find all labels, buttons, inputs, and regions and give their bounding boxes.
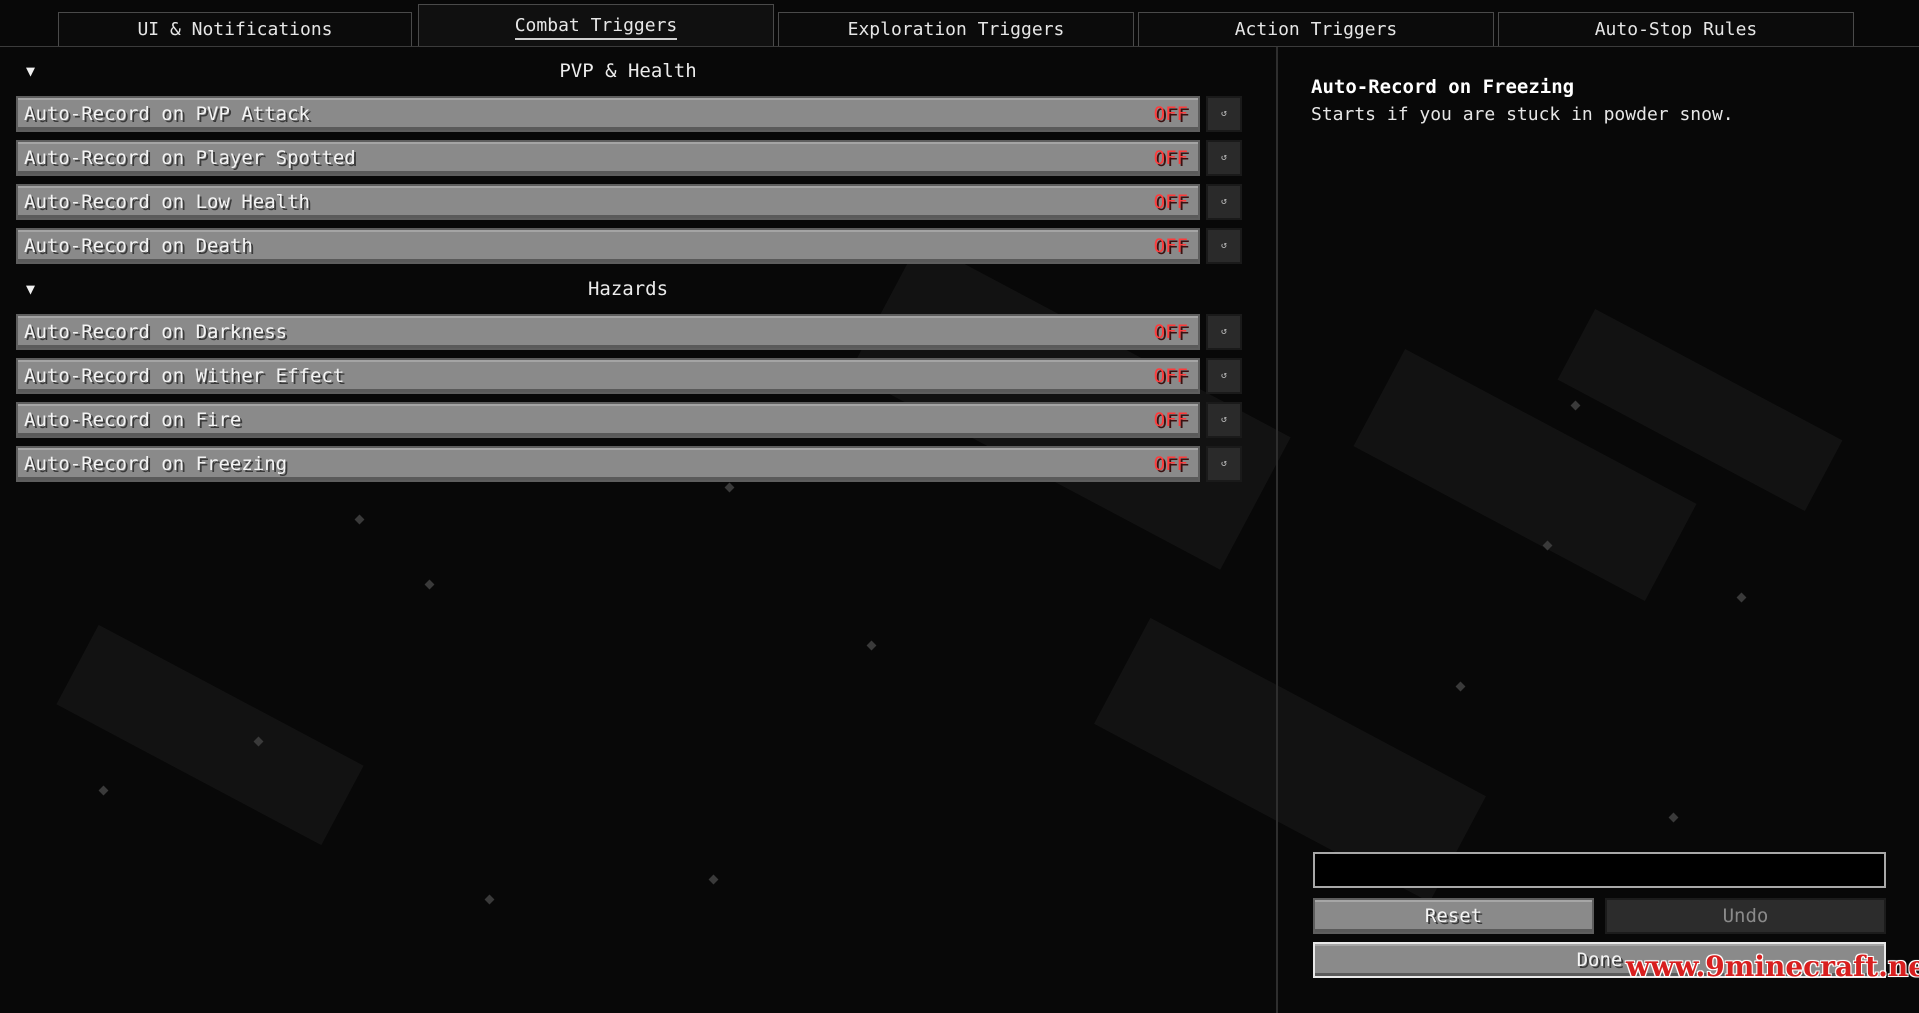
option-value: OFF — [1153, 191, 1188, 213]
option-value: OFF — [1153, 321, 1188, 343]
option-row-freezing: Auto-Record on Freezing OFF ↺ — [16, 446, 1242, 482]
option-label: Auto-Record on Freezing — [24, 453, 288, 475]
tab-combat-triggers[interactable]: Combat Triggers — [418, 4, 774, 46]
option-value: OFF — [1153, 365, 1188, 387]
option-label: Auto-Record on Wither Effect — [24, 365, 345, 387]
tab-label: Exploration Triggers — [847, 19, 1065, 40]
particle — [1736, 592, 1747, 603]
particle — [354, 514, 365, 525]
tab-label: Auto-Stop Rules — [1594, 19, 1758, 40]
particle — [708, 874, 719, 885]
description-title: Auto-Record on Freezing — [1311, 76, 1575, 98]
section-title: PVP & Health — [559, 60, 697, 82]
toggle-button-freezing[interactable]: Auto-Record on Freezing OFF — [16, 446, 1200, 482]
toggle-button-wither-effect[interactable]: Auto-Record on Wither Effect OFF — [16, 358, 1200, 394]
option-label: Auto-Record on Death — [24, 235, 253, 257]
reset-option-icon[interactable]: ↺ — [1206, 140, 1242, 176]
tab-label: Combat Triggers — [514, 15, 678, 40]
reset-option-icon[interactable]: ↺ — [1206, 184, 1242, 220]
particle — [424, 579, 435, 590]
option-label: Auto-Record on PVP Attack — [24, 103, 310, 125]
particle — [1668, 812, 1679, 823]
option-row-death: Auto-Record on Death OFF ↺ — [16, 228, 1242, 264]
tab-auto-stop-rules[interactable]: Auto-Stop Rules — [1498, 12, 1854, 46]
reset-option-icon[interactable]: ↺ — [1206, 402, 1242, 438]
panel-divider — [1276, 47, 1278, 1013]
background-shape — [56, 624, 364, 846]
particle — [98, 785, 109, 796]
reset-option-icon[interactable]: ↺ — [1206, 96, 1242, 132]
section-title: Hazards — [587, 278, 669, 300]
particle — [724, 482, 735, 493]
tab-ui-notifications[interactable]: UI & Notifications — [58, 12, 412, 46]
reset-option-icon[interactable]: ↺ — [1206, 228, 1242, 264]
reset-option-icon[interactable]: ↺ — [1206, 358, 1242, 394]
option-value: OFF — [1153, 147, 1188, 169]
option-label: Auto-Record on Low Health — [24, 191, 310, 213]
toggle-button-darkness[interactable]: Auto-Record on Darkness OFF — [16, 314, 1200, 350]
reset-option-icon[interactable]: ↺ — [1206, 446, 1242, 482]
option-label: Auto-Record on Player Spotted — [24, 147, 356, 169]
particle — [484, 894, 495, 905]
tab-action-triggers[interactable]: Action Triggers — [1138, 12, 1494, 46]
toggle-button-pvp-attack[interactable]: Auto-Record on PVP Attack OFF — [16, 96, 1200, 132]
value-input[interactable] — [1313, 852, 1886, 888]
particle — [1455, 681, 1466, 692]
option-row-wither-effect: Auto-Record on Wither Effect OFF ↺ — [16, 358, 1242, 394]
tab-label: Action Triggers — [1234, 19, 1398, 40]
option-value: OFF — [1153, 453, 1188, 475]
option-row-pvp-attack: Auto-Record on PVP Attack OFF ↺ — [16, 96, 1242, 132]
reset-option-icon[interactable]: ↺ — [1206, 314, 1242, 350]
option-value: OFF — [1153, 103, 1188, 125]
option-row-player-spotted: Auto-Record on Player Spotted OFF ↺ — [16, 140, 1242, 176]
option-row-fire: Auto-Record on Fire OFF ↺ — [16, 402, 1242, 438]
tab-bar: UI & Notifications Combat Triggers Explo… — [0, 0, 1919, 46]
tab-exploration-triggers[interactable]: Exploration Triggers — [778, 12, 1134, 46]
option-label: Auto-Record on Darkness — [24, 321, 288, 343]
option-label: Auto-Record on Fire — [24, 409, 242, 431]
tab-divider — [0, 46, 1919, 47]
undo-button[interactable]: Undo — [1605, 898, 1886, 934]
watermark: www.9minecraft.net — [1626, 950, 1919, 983]
tab-label: UI & Notifications — [137, 19, 333, 40]
section-header-hazards: ▼ Hazards — [0, 272, 1256, 308]
option-row-low-health: Auto-Record on Low Health OFF ↺ — [16, 184, 1242, 220]
section-header-pvp-health: ▼ PVP & Health — [0, 54, 1256, 90]
option-value: OFF — [1153, 235, 1188, 257]
toggle-button-low-health[interactable]: Auto-Record on Low Health OFF — [16, 184, 1200, 220]
option-value: OFF — [1153, 409, 1188, 431]
toggle-button-player-spotted[interactable]: Auto-Record on Player Spotted OFF — [16, 140, 1200, 176]
option-row-darkness: Auto-Record on Darkness OFF ↺ — [16, 314, 1242, 350]
particle — [1570, 400, 1581, 411]
reset-button[interactable]: Reset — [1313, 898, 1594, 934]
description-text: Starts if you are stuck in powder snow. — [1311, 104, 1734, 125]
toggle-button-fire[interactable]: Auto-Record on Fire OFF — [16, 402, 1200, 438]
particle — [866, 640, 877, 651]
toggle-button-death[interactable]: Auto-Record on Death OFF — [16, 228, 1200, 264]
